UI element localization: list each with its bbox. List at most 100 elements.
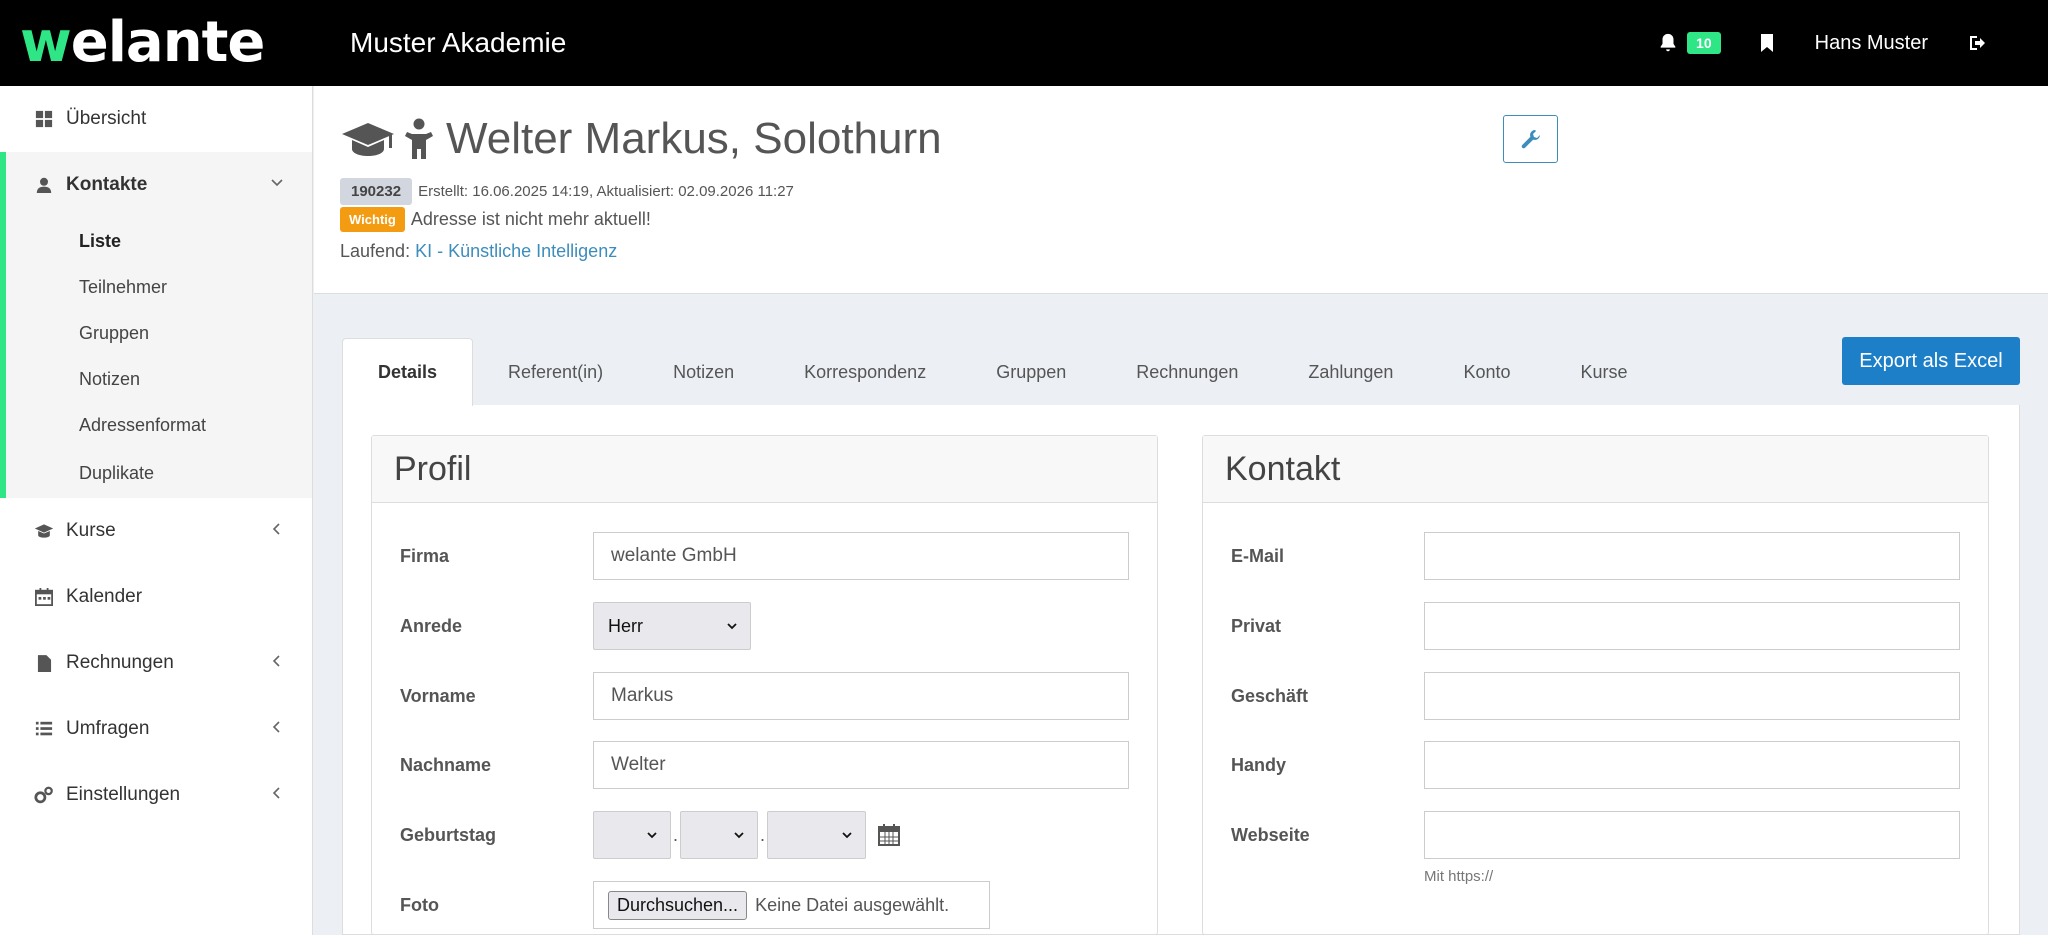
calendar-icon[interactable] xyxy=(878,824,901,846)
logo-rest: elante xyxy=(70,10,266,75)
sidebar-item-einstellungen[interactable]: Einstellungen xyxy=(0,762,312,828)
warning-text: Adresse ist nicht mehr aktuell! xyxy=(410,209,651,229)
sidebar-item-kalender[interactable]: Kalender xyxy=(0,564,312,630)
bell-icon[interactable] xyxy=(1657,32,1679,54)
tab-rechnungen[interactable]: Rechnungen xyxy=(1101,338,1273,406)
tab-konto[interactable]: Konto xyxy=(1428,338,1545,406)
contact-title: Welter Markus, Solothurn xyxy=(446,114,942,163)
birthday-year-select[interactable] xyxy=(767,811,867,859)
current-course-label: Laufend: xyxy=(340,241,411,261)
webseite-label: Webseite xyxy=(1231,824,1310,845)
tab-bar: Details Referent(in) Notizen Korresponde… xyxy=(342,338,1663,406)
chevron-down-icon xyxy=(727,623,737,630)
sidebar-sub-teilnehmer[interactable]: Teilnehmer xyxy=(6,264,312,310)
sign-out-icon[interactable] xyxy=(1968,33,1988,53)
anrede-select[interactable]: Herr xyxy=(593,602,751,650)
chevron-left-icon xyxy=(272,721,280,733)
sidebar-item-label: Kalender xyxy=(66,586,143,607)
chevron-down-icon xyxy=(842,832,852,839)
contact-meta: Erstellt: 16.06.2025 14:19, Aktualisiert… xyxy=(418,183,794,200)
sidebar-item-label: Kurse xyxy=(66,520,116,541)
graduation-cap-icon xyxy=(34,521,54,541)
chevron-down-icon xyxy=(271,179,283,187)
profil-heading: Profil xyxy=(372,436,1157,503)
export-excel-button[interactable]: Export als Excel xyxy=(1842,337,2020,385)
date-separator: . xyxy=(673,824,679,845)
edit-tools-button[interactable] xyxy=(1503,115,1558,163)
webseite-hint: Mit https:// xyxy=(1424,868,1494,885)
browse-button[interactable]: Durchsuchen... xyxy=(608,890,748,920)
sidebar-item-kurse[interactable]: Kurse xyxy=(0,498,312,564)
sidebar-item-label: Kontakte xyxy=(66,174,148,195)
sidebar-item-label: Übersicht xyxy=(66,108,147,129)
firma-label: Firma xyxy=(400,545,450,566)
nachname-input[interactable] xyxy=(593,741,1129,789)
webseite-input[interactable] xyxy=(1424,811,1960,859)
tab-korrespondenz[interactable]: Korrespondenz xyxy=(769,338,961,406)
foto-file-input[interactable]: Durchsuchen... Keine Datei ausgewählt. xyxy=(593,881,990,929)
chevron-down-icon xyxy=(734,832,744,839)
contact-header: Welter Markus, Solothurn 190232 Erstellt… xyxy=(314,86,2048,294)
tab-gruppen[interactable]: Gruppen xyxy=(961,338,1101,406)
logo-first-letter: w xyxy=(20,10,72,75)
birthday-month-select[interactable] xyxy=(680,811,759,859)
sidebar-sub-adressenformat[interactable]: Adressenformat xyxy=(6,402,312,448)
wrench-icon xyxy=(1521,130,1540,149)
chevron-left-icon xyxy=(272,787,280,799)
email-input[interactable] xyxy=(1424,532,1960,580)
anrede-label: Anrede xyxy=(400,615,463,636)
file-icon xyxy=(34,653,54,673)
notification-count-badge[interactable]: 10 xyxy=(1687,32,1721,54)
sidebar-sub-gruppen[interactable]: Gruppen xyxy=(6,310,312,356)
file-status: Keine Datei ausgewählt. xyxy=(755,894,950,915)
privat-label: Privat xyxy=(1231,615,1282,636)
contact-id-badge: 190232 xyxy=(340,178,413,205)
organization-name: Muster Akademie xyxy=(350,27,567,58)
chevron-left-icon xyxy=(272,655,280,667)
handy-input[interactable] xyxy=(1424,741,1960,789)
privat-phone-input[interactable] xyxy=(1424,602,1960,650)
bookmark-icon[interactable] xyxy=(1759,33,1775,53)
chevron-down-icon xyxy=(647,832,657,839)
sidebar-sub-duplikate[interactable]: Duplikate xyxy=(6,448,312,498)
tab-zahlungen[interactable]: Zahlungen xyxy=(1273,338,1428,406)
anrede-value: Herr xyxy=(608,615,643,636)
birthday-day-select[interactable] xyxy=(593,811,671,859)
top-navbar: welante Muster Akademie 10 Hans Muster xyxy=(0,0,2048,86)
handy-label: Handy xyxy=(1231,754,1287,775)
welante-logo[interactable]: welante xyxy=(20,10,266,75)
user-icon xyxy=(34,175,54,195)
vorname-label: Vorname xyxy=(400,685,476,706)
sidebar-item-uebersicht[interactable]: Übersicht xyxy=(0,86,312,152)
sidebar-item-rechnungen[interactable]: Rechnungen xyxy=(0,630,312,696)
date-separator: . xyxy=(760,824,766,845)
sidebar-sub-notizen[interactable]: Notizen xyxy=(6,356,312,402)
calendar-icon xyxy=(34,587,54,607)
graduation-cap-icon xyxy=(342,123,394,156)
geburtstag-label: Geburtstag xyxy=(400,824,497,845)
sidebar-sub-liste[interactable]: Liste xyxy=(6,218,312,264)
vorname-input[interactable] xyxy=(593,672,1129,720)
tab-details[interactable]: Details xyxy=(342,338,474,406)
foto-label: Foto xyxy=(400,894,439,915)
warning-badge: Wichtig xyxy=(340,207,405,232)
sidebar: Übersicht Kontakte Liste Teilnehmer Grup… xyxy=(0,86,313,935)
current-course-link[interactable]: KI - Künstliche Intelligenz xyxy=(415,241,617,261)
current-course: Laufend: KI - Künstliche Intelligenz xyxy=(340,241,617,262)
sidebar-item-kontakte[interactable]: Kontakte xyxy=(6,152,312,218)
geschaeft-phone-input[interactable] xyxy=(1424,672,1960,720)
tab-kurse[interactable]: Kurse xyxy=(1545,338,1662,406)
tab-referentin[interactable]: Referent(in) xyxy=(473,338,638,406)
firma-input[interactable] xyxy=(593,532,1129,580)
sidebar-item-umfragen[interactable]: Umfragen xyxy=(0,696,312,762)
sidebar-item-label: Rechnungen xyxy=(66,652,174,673)
tab-notizen[interactable]: Notizen xyxy=(638,338,769,406)
user-name-menu[interactable]: Hans Muster xyxy=(1815,32,1928,55)
sidebar-item-label: Einstellungen xyxy=(66,784,181,805)
dashboard-icon xyxy=(34,109,54,129)
nachname-label: Nachname xyxy=(400,754,492,775)
sidebar-group-kontakte: Kontakte Liste Teilnehmer Gruppen Notize… xyxy=(0,152,312,498)
email-label: E-Mail xyxy=(1231,545,1285,566)
geschaeft-label: Geschäft xyxy=(1231,685,1309,706)
profil-box: Profil Firma Anrede Herr Vorname Nachnam… xyxy=(371,435,1158,935)
